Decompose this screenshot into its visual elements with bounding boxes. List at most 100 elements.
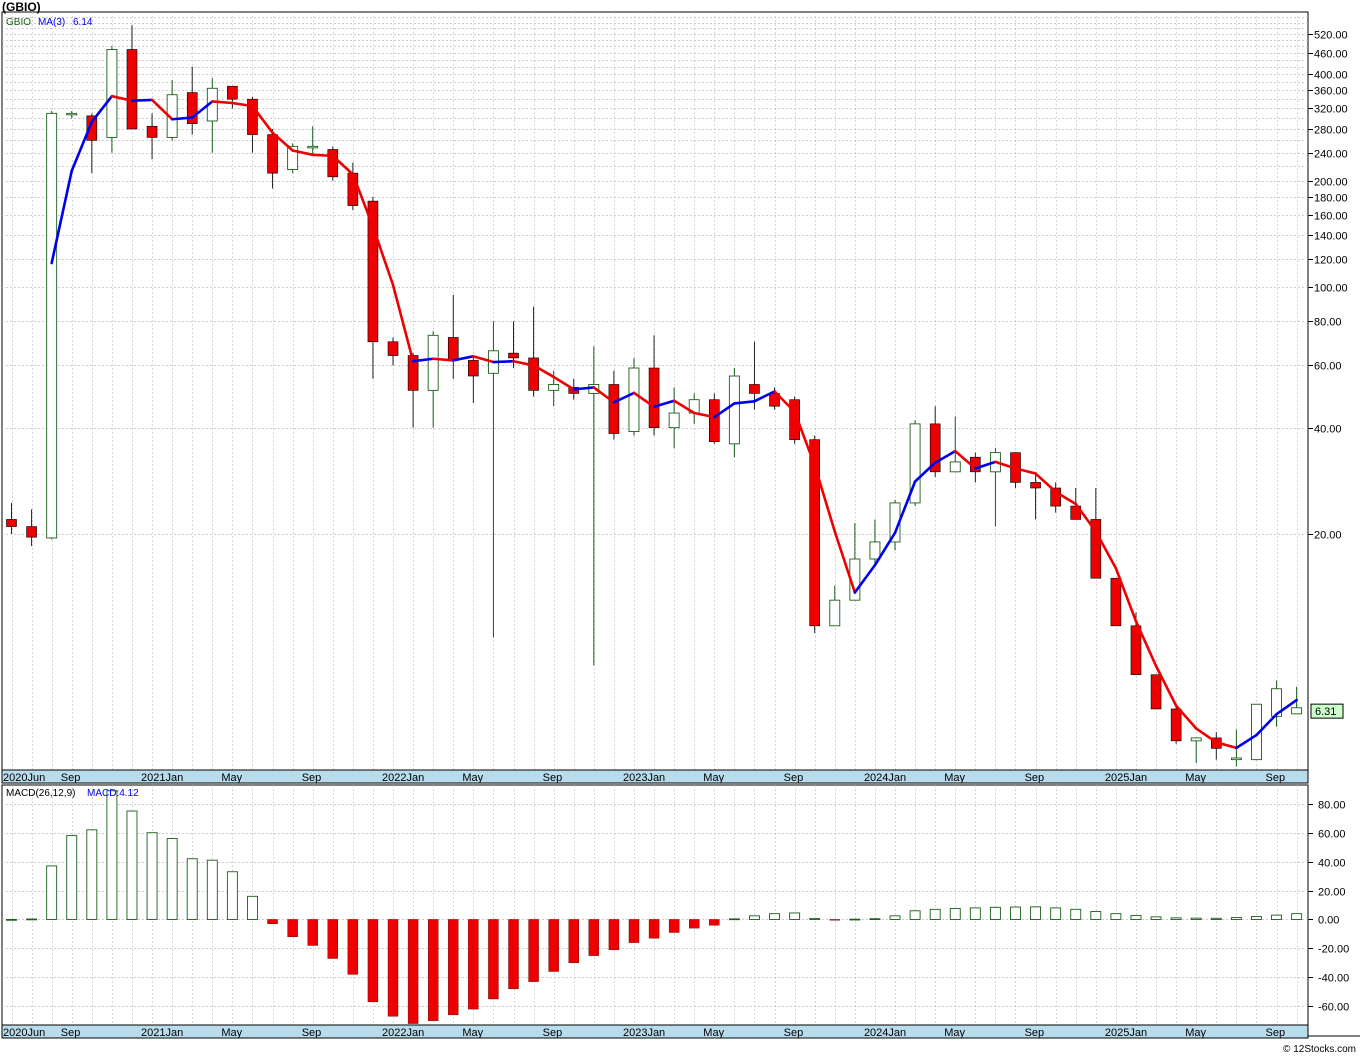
candle-down [267, 134, 278, 174]
stock-chart: 520.00 460.00 400.00 360.00 320.00 280.00 240.… [1, 11, 1360, 1039]
macd-bar-positive [809, 918, 821, 920]
macd-bar-positive [749, 915, 760, 920]
macd-time-axis-label: 2021Jan [141, 1027, 183, 1039]
candle-up [628, 367, 640, 433]
price-tick-label: 100.00 [1314, 283, 1348, 295]
macd-bar-negative [648, 919, 660, 939]
price-tick-label: 520.00 [1314, 30, 1348, 42]
macd-bar-negative [548, 919, 559, 972]
macd-bar-positive [1130, 915, 1142, 920]
macd-bar-positive [1170, 917, 1182, 920]
macd-bar-positive [1271, 914, 1282, 920]
macd-bar-positive [1070, 908, 1082, 920]
last-price-label: 6.31 [1315, 706, 1336, 718]
ma3-segment [431, 357, 455, 362]
macd-bar-positive [186, 858, 198, 920]
macd-bar-negative [628, 919, 640, 943]
macd-bar-positive [929, 908, 941, 920]
price-tick-label: 280.00 [1314, 125, 1348, 137]
macd-bar-negative [367, 919, 379, 1003]
candle-up [106, 49, 118, 138]
candle-down [126, 49, 138, 130]
macd-bar-positive [989, 906, 1001, 920]
price-legend-symbol: GBIO [6, 17, 31, 28]
macd-tick-label: 60.00 [1318, 829, 1346, 841]
macd-time-axis-label: May [944, 1027, 965, 1039]
candle-up [307, 145, 319, 149]
macd-time-axis-label: 2020Jun [3, 1027, 45, 1039]
macd-legend-label: MACD(26,12,9) [6, 788, 75, 799]
macd-bar-positive [728, 918, 740, 921]
macd-bar-negative [448, 919, 459, 1016]
macd-bar-positive [1150, 916, 1162, 920]
macd-bar-positive [1190, 917, 1202, 920]
ma3-segment [311, 153, 335, 158]
candle-down [367, 200, 379, 343]
price-time-axis-label: Sep [784, 772, 804, 784]
macd-bar-positive [226, 871, 238, 920]
macd-bar-positive [969, 907, 981, 920]
price-time-axis-label: May [221, 772, 242, 784]
price-tick-label: 400.00 [1314, 70, 1348, 82]
macd-time-axis-label: 2024Jan [864, 1027, 906, 1039]
price-tick-label: 240.00 [1314, 149, 1348, 161]
macd-bar-negative [588, 919, 600, 956]
macd-tick-label: -60.00 [1318, 1002, 1349, 1014]
macd-bar-negative [568, 919, 579, 964]
price-tick-label: 20.00 [1314, 530, 1342, 542]
candle-up [1230, 757, 1242, 761]
macd-bar-negative [267, 919, 278, 924]
macd-bar-negative [689, 919, 700, 929]
candle-down [1170, 708, 1182, 742]
price-tick-label: 40.00 [1314, 424, 1342, 436]
candle-down [508, 352, 519, 359]
macd-bar-positive [1090, 911, 1102, 920]
price-tick-label: 460.00 [1314, 49, 1348, 61]
candle-down [227, 85, 238, 100]
ticker-title: (GBIO) [2, 0, 41, 14]
candle-down [347, 172, 359, 206]
candle-down [1030, 482, 1041, 489]
macd-tick-label: 0.00 [1318, 915, 1339, 927]
price-time-axis-label: 2025Jan [1105, 772, 1147, 784]
macd-bar-positive [909, 910, 921, 920]
macd-bar-negative [488, 919, 499, 1000]
price-time-axis-label: 2022Jan [382, 772, 424, 784]
macd-time-axis-label: 2025Jan [1105, 1027, 1147, 1039]
candle-down [1110, 577, 1122, 627]
price-time-axis-label: May [462, 772, 483, 784]
macd-bar-positive [46, 865, 58, 920]
candle-down [708, 399, 720, 443]
candle-down [528, 357, 539, 391]
price-tick-label: 360.00 [1314, 86, 1348, 98]
macd-bar-positive [86, 829, 98, 920]
price-tick-label: 160.00 [1314, 211, 1348, 223]
macd-bar-positive [26, 918, 38, 921]
price-time-axis-label: Sep [61, 772, 81, 784]
macd-time-axis-label: May [1185, 1027, 1206, 1039]
candle-down [608, 384, 620, 434]
macd-bar-positive [1050, 907, 1062, 920]
price-time-axis-label: Sep [1266, 772, 1286, 784]
macd-time-axis-label: May [462, 1027, 483, 1039]
candle-up [1291, 707, 1303, 715]
macd-time-axis-label: May [703, 1027, 724, 1039]
macd-panel-frame [1, 784, 1309, 1026]
macd-bar-positive [1230, 917, 1242, 920]
macd-bar-negative [528, 919, 539, 982]
candle-up [949, 461, 961, 473]
price-time-axis-label: Sep [1025, 772, 1045, 784]
macd-tick-label: -40.00 [1318, 973, 1349, 985]
macd-bar-positive [106, 790, 118, 920]
macd-bar-positive [146, 832, 158, 920]
macd-bar-negative [387, 919, 399, 1017]
candle-down [146, 125, 158, 138]
macd-bar-positive [769, 913, 780, 920]
candle-up [668, 412, 680, 429]
macd-time-axis-label: May [221, 1027, 242, 1039]
candle-down [6, 519, 17, 527]
macd-bar-negative [668, 919, 680, 933]
macd-bar-positive [206, 859, 218, 920]
candle-down [1130, 625, 1142, 676]
watermark: © 12Stocks.com [1283, 1044, 1356, 1055]
